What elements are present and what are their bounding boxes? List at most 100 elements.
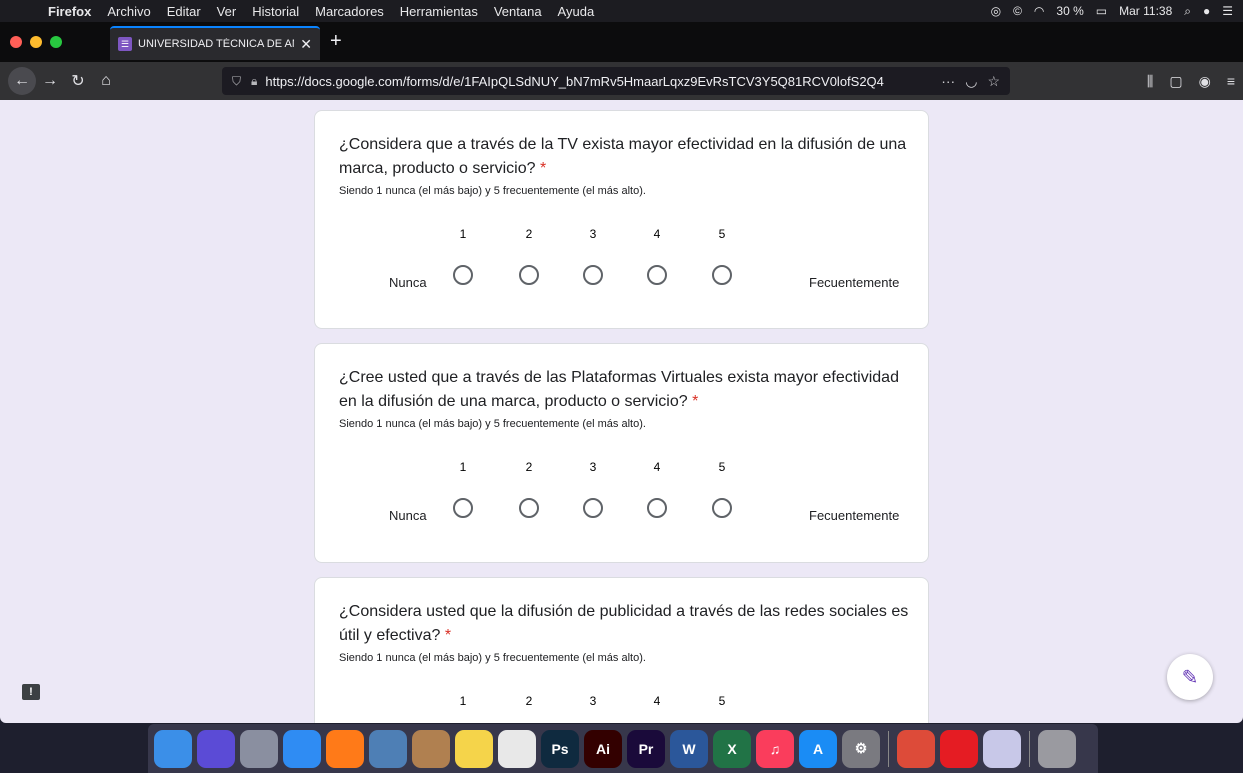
close-window-button[interactable] [10,36,22,48]
menu-editar[interactable]: Editar [159,4,209,19]
photos-icon[interactable] [498,729,536,768]
radio-2[interactable] [519,265,539,285]
scale-label-4: 4 [653,227,661,241]
report-feedback-icon[interactable]: ! [22,684,40,700]
menu-herramientas[interactable]: Herramientas [392,4,486,19]
wifi-icon[interactable]: ◠ [1034,4,1044,18]
forms-favicon-icon: ☰ [118,37,132,51]
battery-percent[interactable]: 30 % [1056,4,1083,18]
scale-label-5: 5 [718,460,726,474]
app-store-icon[interactable]: A [799,729,837,768]
back-button[interactable]: ← [8,67,36,95]
question-description: Siendo 1 nunca (el más bajo) y 5 frecuen… [339,652,646,664]
question-card: ¿Considera que a través de la TV exista … [314,110,929,329]
scale-labels: 1 2 3 4 5 [339,694,904,714]
word-icon[interactable]: W [670,729,708,768]
notes-icon[interactable] [455,729,493,768]
question-card: ¿Considera usted que la difusión de publ… [314,577,929,723]
menu-ventana[interactable]: Ventana [486,4,550,19]
music-icon[interactable]: ♫ [756,729,794,768]
acrobat-icon[interactable] [940,729,978,768]
menu-marcadores[interactable]: Marcadores [307,4,392,19]
illustrator-icon[interactable]: Ai [584,729,622,768]
url-text[interactable]: https://docs.google.com/forms/d/e/1FAIpQ… [265,74,933,89]
scale-labels: 1 2 3 4 5 [339,227,904,247]
tracking-shield-icon[interactable]: ⛉ [232,74,241,89]
system-preferences-icon[interactable]: ⚙ [842,729,880,768]
notification-center-icon[interactable]: ☰ [1222,4,1233,18]
scale-high-label: Fecuentemente [809,275,900,290]
radio-4[interactable] [647,265,667,285]
sidebar-icon[interactable]: ▢ [1169,73,1182,90]
pocket-icon[interactable]: ◡ [965,73,977,90]
preview-icon[interactable] [369,729,407,768]
scale-label-3: 3 [589,694,597,708]
question-title: ¿Considera que a través de la TV exista … [339,136,907,177]
copyright-icon[interactable]: © [1013,4,1022,18]
linear-scale: Nunca Fecuentemente [339,498,904,538]
lock-icon[interactable]: 🔒︎ [251,74,257,89]
radio-4[interactable] [647,498,667,518]
radio-5[interactable] [712,498,732,518]
scale-label-1: 1 [459,694,467,708]
status-area: ◎ © ◠ 30 % ▭ Mar 11:38 ⌕ ● ☰ [991,0,1233,22]
question-title: ¿Considera usted que la difusión de publ… [339,603,909,644]
clock[interactable]: Mar 11:38 [1119,4,1172,18]
menu-ver[interactable]: Ver [209,4,245,19]
nav-bar: ← → ↻ ⌂ ⛉ 🔒︎ https://docs.google.com/for… [0,62,1243,100]
page-content: ¿Considera que a través de la TV exista … [0,100,1243,723]
radio-1[interactable] [453,498,473,518]
tab-forms[interactable]: ☰ UNIVERSIDAD TÉCNICA DE AM ✕ [110,26,320,60]
close-tab-icon[interactable]: ✕ [300,36,312,53]
radio-5[interactable] [712,265,732,285]
tab-title: UNIVERSIDAD TÉCNICA DE AM [138,38,295,50]
radio-2[interactable] [519,498,539,518]
safari-icon[interactable] [283,729,321,768]
battery-icon[interactable]: ▭ [1096,4,1107,18]
forward-button[interactable]: → [36,67,64,95]
scale-labels: 1 2 3 4 5 [339,460,904,480]
contacts-icon[interactable] [412,729,450,768]
home-button[interactable]: ⌂ [92,67,120,95]
menu-firefox[interactable]: Firefox [40,4,99,19]
radio-3[interactable] [583,498,603,518]
excel-icon[interactable]: X [713,729,751,768]
photoshop-icon[interactable]: Ps [541,729,579,768]
scale-label-3: 3 [589,460,597,474]
minimize-window-button[interactable] [30,36,42,48]
page-actions-icon[interactable]: ··· [941,73,955,89]
siri-menubar-icon[interactable]: ● [1203,4,1210,18]
torrent-icon[interactable] [983,729,1021,768]
zoom-window-button[interactable] [50,36,62,48]
premiere-icon[interactable]: Pr [627,729,665,768]
launchpad-icon[interactable] [240,729,278,768]
menu-historial[interactable]: Historial [244,4,307,19]
menu-icon[interactable]: ≡ [1227,73,1235,89]
account-icon[interactable]: ◉ [1199,73,1211,90]
scale-label-2: 2 [525,694,533,708]
library-icon[interactable]: ⫼ [1147,73,1153,90]
finder-icon[interactable] [154,729,192,768]
url-bar[interactable]: ⛉ 🔒︎ https://docs.google.com/forms/d/e/1… [222,67,1010,95]
question-title: ¿Cree usted que a través de las Platafor… [339,369,899,410]
edit-pencil-icon[interactable]: ✎ [1167,654,1213,700]
menu-archivo[interactable]: Archivo [99,4,158,19]
reload-button[interactable]: ↻ [64,67,92,95]
spotlight-icon[interactable]: ⌕ [1184,4,1191,19]
question-description: Siendo 1 nunca (el más bajo) y 5 frecuen… [339,418,646,430]
macos-menubar: Firefox Archivo Editar Ver Historial Mar… [0,0,1243,22]
creative-cloud-icon[interactable]: ◎ [991,4,1001,18]
bookmark-star-icon[interactable]: ☆ [987,73,1000,90]
menu-ayuda[interactable]: Ayuda [550,4,603,19]
scale-label-5: 5 [718,227,726,241]
new-tab-button[interactable]: + [330,30,342,53]
radio-3[interactable] [583,265,603,285]
firefox-icon[interactable] [326,729,364,768]
siri-icon[interactable] [197,729,235,768]
chrome-icon[interactable] [897,729,935,768]
scale-label-4: 4 [653,694,661,708]
trash-icon[interactable] [1038,729,1076,768]
question-description: Siendo 1 nunca (el más bajo) y 5 frecuen… [339,185,646,197]
radio-1[interactable] [453,265,473,285]
scale-label-5: 5 [718,694,726,708]
